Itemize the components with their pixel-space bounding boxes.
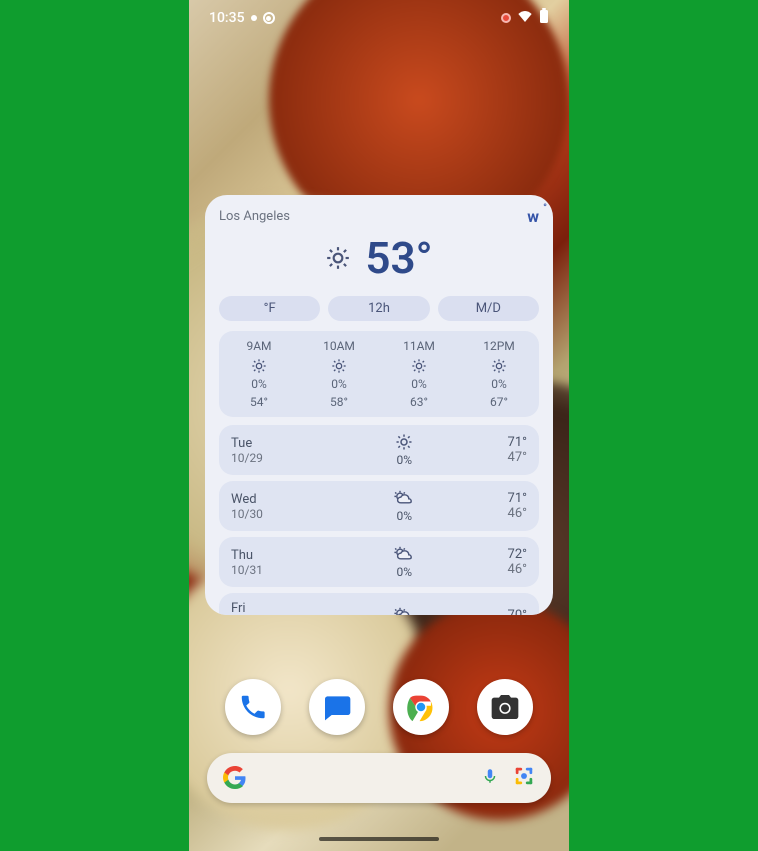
hourly-item: 10AM 0% 58°	[299, 339, 379, 409]
recording-dot-icon	[501, 13, 511, 23]
hourly-item: 12PM 0% 67°	[459, 339, 539, 409]
daily-row: Thu 10/31 0% 72° 46°	[219, 537, 539, 587]
daily-row: Wed 10/30 0% 71° 46°	[219, 481, 539, 531]
day-date: 10/30	[231, 507, 301, 521]
weather-location: Los Angeles	[219, 209, 290, 224]
current-conditions: 53°	[219, 232, 539, 284]
messages-app[interactable]	[309, 679, 365, 735]
day-name: Fri	[231, 601, 301, 615]
hour-precip: 0%	[219, 377, 299, 391]
day-low: 47°	[508, 450, 527, 465]
day-name: Tue	[231, 436, 301, 451]
lens-icon[interactable]	[513, 765, 535, 791]
hour-precip: 0%	[299, 377, 379, 391]
weather-brand-icon: w	[527, 207, 539, 226]
hour-temp: 54°	[219, 395, 299, 409]
day-high: 71°	[508, 435, 527, 450]
notification-dot-icon	[251, 15, 257, 21]
partly-sunny-icon	[301, 545, 508, 563]
dock	[189, 679, 569, 735]
sun-icon	[379, 357, 459, 375]
battery-icon	[539, 8, 549, 28]
phone-app[interactable]	[225, 679, 281, 735]
record-indicator-icon	[263, 12, 275, 24]
chrome-app[interactable]	[393, 679, 449, 735]
hours-pill[interactable]: 12h	[328, 296, 429, 321]
google-search-bar[interactable]	[207, 753, 551, 803]
sun-icon	[301, 433, 508, 451]
day-precip: 0%	[301, 509, 508, 523]
hourly-item: 11AM 0% 63°	[379, 339, 459, 409]
hour-time: 12PM	[459, 339, 539, 353]
hourly-forecast: 9AM 0% 54° 10AM 0% 58° 11AM 0% 63° 12PM …	[219, 331, 539, 417]
hour-precip: 0%	[379, 377, 459, 391]
status-time: 10:35	[209, 10, 245, 26]
daily-row: Fri 11/1 70°	[219, 593, 539, 615]
date-format-pill[interactable]: M/D	[438, 296, 539, 321]
hour-time: 9AM	[219, 339, 299, 353]
day-precip: 0%	[301, 453, 508, 467]
day-date: 10/31	[231, 563, 301, 577]
partly-sunny-icon	[301, 606, 508, 616]
unit-pill[interactable]: °F	[219, 296, 320, 321]
hour-precip: 0%	[459, 377, 539, 391]
status-bar: 10:35	[189, 0, 569, 36]
hour-time: 10AM	[299, 339, 379, 353]
day-low: 46°	[508, 506, 527, 521]
day-high: 71°	[508, 491, 527, 506]
hour-temp: 63°	[379, 395, 459, 409]
partly-sunny-icon	[301, 489, 508, 507]
day-name: Wed	[231, 492, 301, 507]
day-high: 72°	[508, 547, 527, 562]
daily-row: Tue 10/29 0% 71° 47°	[219, 425, 539, 475]
camera-app[interactable]	[477, 679, 533, 735]
sun-icon	[459, 357, 539, 375]
sun-icon	[325, 245, 351, 271]
weather-widget[interactable]: Los Angeles w 53° °F 12h M/D 9AM 0%	[205, 195, 553, 615]
wifi-icon	[517, 10, 533, 26]
day-name: Thu	[231, 548, 301, 563]
sun-icon	[299, 357, 379, 375]
day-precip: 0%	[301, 565, 508, 579]
mic-icon[interactable]	[481, 765, 499, 791]
nav-handle[interactable]	[319, 837, 439, 841]
day-low: 46°	[508, 562, 527, 577]
current-temp: 53°	[365, 232, 432, 284]
day-date: 10/29	[231, 451, 301, 465]
hour-temp: 67°	[459, 395, 539, 409]
phone-frame: 10:35 Los Angeles w	[189, 0, 569, 851]
sun-icon	[219, 357, 299, 375]
hourly-item: 9AM 0% 54°	[219, 339, 299, 409]
google-logo-icon	[223, 766, 247, 790]
hour-temp: 58°	[299, 395, 379, 409]
day-high: 70°	[508, 608, 527, 615]
hour-time: 11AM	[379, 339, 459, 353]
